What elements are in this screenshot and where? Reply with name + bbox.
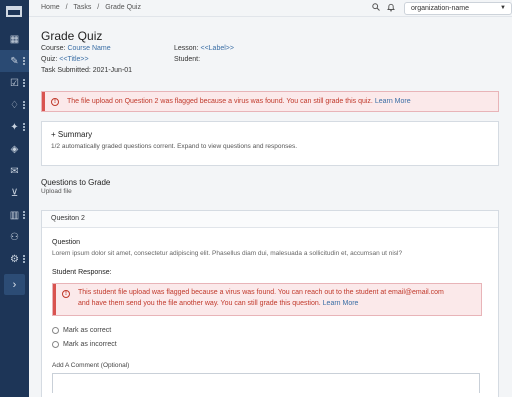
more-icon	[23, 57, 25, 65]
comment-label: Add A Comment (Optional)	[52, 362, 130, 369]
response-alert-line-2: and have them send you the file another …	[78, 300, 321, 307]
more-icon	[23, 211, 25, 219]
sidebar-item-settings[interactable]: ⚙	[0, 248, 29, 270]
summary-description: 1/2 automatically graded questions corre…	[51, 143, 298, 150]
submitted-meta: Task Submitted: 2021-Jun-01	[41, 67, 132, 74]
grid-icon: ▦	[9, 33, 20, 45]
sidebar-item-dashboard[interactable]: ▦	[0, 28, 29, 50]
lesson-label: Lesson:	[174, 45, 199, 52]
users-icon: ⚇	[10, 231, 19, 243]
response-alert-line-1: This student file upload was flagged bec…	[78, 289, 444, 296]
response-virus-alert: ! This student file upload was flagged b…	[52, 283, 482, 316]
breadcrumb-home[interactable]: Home	[41, 4, 60, 11]
breadcrumb-separator: /	[65, 4, 68, 11]
edit-icon: ✎	[10, 55, 19, 67]
lesson-link[interactable]: <<Label>>	[200, 45, 233, 52]
breadcrumb-tasks[interactable]: Tasks	[73, 4, 91, 11]
main-content: Grade Quiz Course: Course Name Lesson: <…	[29, 17, 512, 397]
section-title: Questions to Grade	[41, 178, 111, 187]
alert-text: The file upload on Question 2 was flagge…	[67, 98, 373, 105]
wand-icon: ✦	[10, 121, 19, 133]
page-title: Grade Quiz	[41, 29, 103, 43]
sidebar-item-mail[interactable]: ✉	[0, 160, 29, 182]
summary-panel[interactable]: + Summary 1/2 automatically graded quest…	[41, 121, 499, 166]
question-card: Quesiton 2 Question Lorem ipsum dolor si…	[41, 210, 499, 397]
student-label: Student:	[174, 56, 201, 63]
student-response-label: Student Response:	[52, 269, 112, 276]
more-icon	[23, 255, 25, 263]
breadcrumb: Home / Tasks / Grade Quiz	[41, 4, 145, 11]
submitted-label: Task Submitted:	[41, 67, 91, 74]
sidebar-item-cart[interactable]: ⊻	[0, 182, 29, 204]
comment-textarea[interactable]	[52, 373, 480, 393]
bell-icon[interactable]	[387, 3, 395, 14]
virus-alert: ! The file upload on Question 2 was flag…	[41, 91, 499, 112]
chevron-right-icon: ›	[12, 278, 17, 291]
section-subtitle: Upload file	[41, 188, 72, 195]
sidebar-item-tasks[interactable]: ☑	[0, 72, 29, 94]
chevron-down-icon: ▼	[500, 5, 506, 11]
alert-accent-bar	[42, 92, 45, 111]
quiz-link[interactable]: <<Title>>	[59, 56, 88, 63]
quiz-label: Quiz:	[41, 56, 58, 63]
organization-select[interactable]: organization-name ▼	[404, 2, 512, 15]
course-meta: Course: Course Name	[41, 45, 111, 52]
mark-correct-label: Mark as correct	[63, 327, 112, 334]
search-icon[interactable]	[372, 3, 380, 13]
mail-icon: ✉	[10, 165, 19, 177]
mark-correct-option[interactable]: Mark as correct	[52, 327, 111, 334]
expand-sidebar-button[interactable]: ›	[4, 274, 25, 295]
submitted-value: 2021-Jun-01	[92, 67, 133, 74]
sidebar-item-tags[interactable]: ◈	[0, 138, 29, 160]
drop-icon: ♢	[10, 99, 19, 111]
breadcrumb-separator: /	[97, 4, 100, 11]
checklist-icon: ☑	[10, 77, 19, 89]
radio-button[interactable]	[52, 341, 59, 348]
quiz-meta: Quiz: <<Title>>	[41, 56, 89, 63]
sidebar-item-users[interactable]: ⚇	[0, 226, 29, 248]
sidebar-item-drop[interactable]: ♢	[0, 94, 29, 116]
more-icon	[23, 123, 25, 131]
alert-icon: !	[62, 290, 70, 298]
radio-button[interactable]	[52, 327, 59, 334]
app-logo-icon[interactable]	[6, 6, 22, 17]
sidebar-item-edit[interactable]: ✎	[0, 50, 29, 72]
mark-incorrect-label: Mark as incorrect	[63, 341, 117, 348]
topbar: Home / Tasks / Grade Quiz organization-n…	[29, 0, 512, 17]
course-link[interactable]: Course Name	[67, 45, 110, 52]
chart-icon: ▥	[9, 209, 20, 221]
course-label: Course:	[41, 45, 66, 52]
question-label: Question	[52, 239, 81, 246]
tag-icon: ◈	[10, 143, 19, 155]
alert-icon: !	[51, 98, 59, 106]
gear-icon: ⚙	[10, 253, 19, 265]
summary-title[interactable]: + Summary	[51, 130, 92, 139]
organization-name: organization-name	[411, 5, 469, 12]
mark-incorrect-option[interactable]: Mark as incorrect	[52, 341, 117, 348]
learn-more-link[interactable]: Learn More	[323, 300, 359, 307]
learn-more-link[interactable]: Learn More	[375, 98, 411, 105]
alert-accent-bar	[53, 284, 56, 315]
sidebar-item-reports[interactable]: ▥	[0, 204, 29, 226]
more-icon	[23, 101, 25, 109]
lesson-meta: Lesson: <<Label>>	[174, 45, 234, 52]
sidebar-item-tools[interactable]: ✦	[0, 116, 29, 138]
student-meta: Student:	[174, 56, 200, 63]
more-icon	[23, 79, 25, 87]
question-header: Quesiton 2	[42, 211, 498, 228]
breadcrumb-current: Grade Quiz	[105, 4, 141, 11]
sidebar: ▦ ✎ ☑ ♢ ✦ ◈ ✉ ⊻ ▥ ⚇ ⚙ ›	[0, 0, 29, 397]
question-text: Lorem ipsum dolor sit amet, consectetur …	[52, 250, 403, 257]
cart-icon: ⊻	[10, 187, 19, 199]
